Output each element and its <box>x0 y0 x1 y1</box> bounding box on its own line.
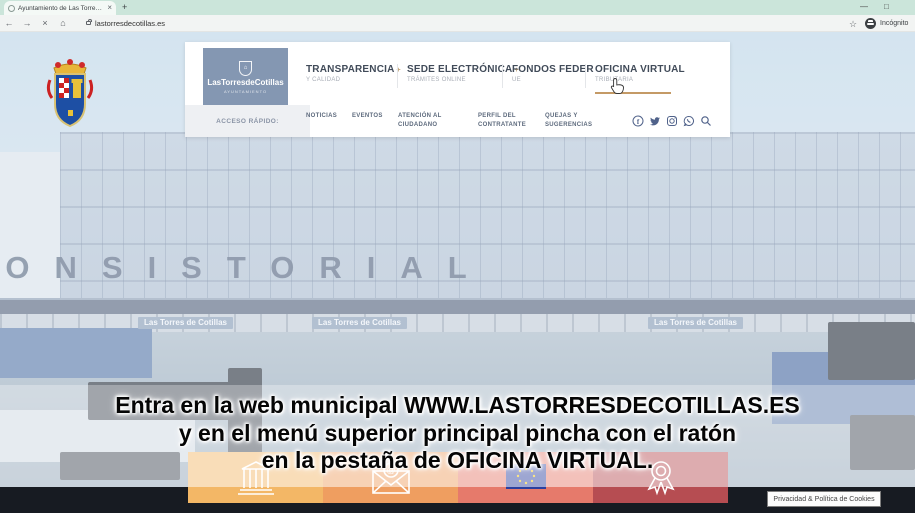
logo-shield-icon: ⌂ <box>239 61 252 76</box>
caption-line-2: y en el menú superior principal pincha c… <box>0 420 915 448</box>
forward-button[interactable]: → <box>18 18 36 28</box>
railing-banner: Las Torres de Cotillas <box>648 317 743 329</box>
incognito-label: Incógnito <box>880 20 908 27</box>
railing-banner: Las Torres de Cotillas <box>138 317 233 329</box>
site-logo[interactable]: ⌂ LasTorresdeCotillas AYUNTAMIENTO <box>203 48 288 106</box>
building-side <box>0 152 60 314</box>
home-button[interactable]: ⌂ <box>54 18 72 28</box>
railing-banner: Las Torres de Cotillas <box>312 317 407 329</box>
address-bar[interactable]: lastorresdecotillas.es <box>95 19 165 28</box>
active-nav-underline <box>595 92 671 94</box>
nav-divider <box>502 64 503 88</box>
nav-item-oficina-virtual[interactable]: OFICINA VIRTUAL TRIBUTARIA <box>595 64 685 83</box>
new-tab-button[interactable]: + <box>122 2 127 12</box>
quick-nav-atencion-ciudadano[interactable]: ATENCIÓN AL CIUDADANO <box>398 112 460 130</box>
nav-divider <box>397 64 398 88</box>
town-hall-building <box>60 132 915 314</box>
screenshot-root: CONSISTORIAL Las Torres de Cotillas Las … <box>0 0 915 513</box>
tab-favicon-icon <box>8 5 15 12</box>
quick-nav-noticias[interactable]: NOTICIAS <box>306 112 337 121</box>
building-canopy <box>0 298 915 314</box>
logo-subtitle: AYUNTAMIENTO <box>224 89 267 94</box>
twitter-icon[interactable] <box>649 114 661 126</box>
logo-title: LasTorresdeCotillas <box>207 78 283 87</box>
quick-nav-eventos[interactable]: EVENTOS <box>352 112 383 121</box>
stop-button[interactable]: × <box>36 18 54 28</box>
facebook-icon[interactable]: f <box>632 114 644 126</box>
municipal-coat-of-arms <box>42 54 98 139</box>
incognito-icon <box>865 18 876 29</box>
window-maximize-button[interactable]: □ <box>884 2 889 11</box>
quick-nav-perfil-contratante[interactable]: PERFIL DEL CONTRATANTE <box>478 112 536 130</box>
building-sign-text: CONSISTORIAL <box>0 250 492 286</box>
instruction-caption: Entra en la web municipal WWW.LASTORRESD… <box>0 392 915 475</box>
search-icon[interactable] <box>700 114 712 126</box>
nav-item-transparencia[interactable]: TRANSPARENCIA+ Y CALIDAD <box>306 64 401 83</box>
whatsapp-icon[interactable] <box>683 114 695 126</box>
back-button[interactable]: ← <box>0 18 18 28</box>
caption-line-3: en la pestaña de OFICINA VIRTUAL. <box>0 447 915 475</box>
caption-line-1: Entra en la web municipal WWW.LASTORRESD… <box>0 392 915 420</box>
lock-icon <box>86 21 91 25</box>
nav-divider <box>585 64 586 88</box>
tab-close-icon[interactable]: × <box>107 4 112 12</box>
svg-text:f: f <box>637 118 640 126</box>
browser-toolbar: ← → × ⌂ lastorresdecotillas.es <box>0 15 915 32</box>
cookies-policy-button[interactable]: Privacidad & Política de Cookies <box>767 491 881 507</box>
mouse-hand-cursor <box>610 77 626 100</box>
instagram-icon[interactable] <box>666 114 678 126</box>
browser-tab-strip: Ayuntamiento de Las Torres de C × + — □ <box>0 0 915 15</box>
quick-access-label: ACCESO RÁPIDO: <box>185 105 310 137</box>
quick-nav-quejas-sugerencias[interactable]: QUEJAS Y SUGERENCIAS <box>545 112 603 130</box>
tab-title: Ayuntamiento de Las Torres de C <box>18 5 104 12</box>
plaza-blue-ramp-left <box>0 328 152 378</box>
bookmark-star-icon[interactable]: ☆ <box>849 19 857 30</box>
plaza-bench <box>828 322 915 380</box>
window-minimize-button[interactable]: — <box>860 2 868 11</box>
nav-item-fondos-feder[interactable]: FONDOS FEDER UE <box>512 64 594 83</box>
browser-tab[interactable]: Ayuntamiento de Las Torres de C × <box>4 1 116 15</box>
